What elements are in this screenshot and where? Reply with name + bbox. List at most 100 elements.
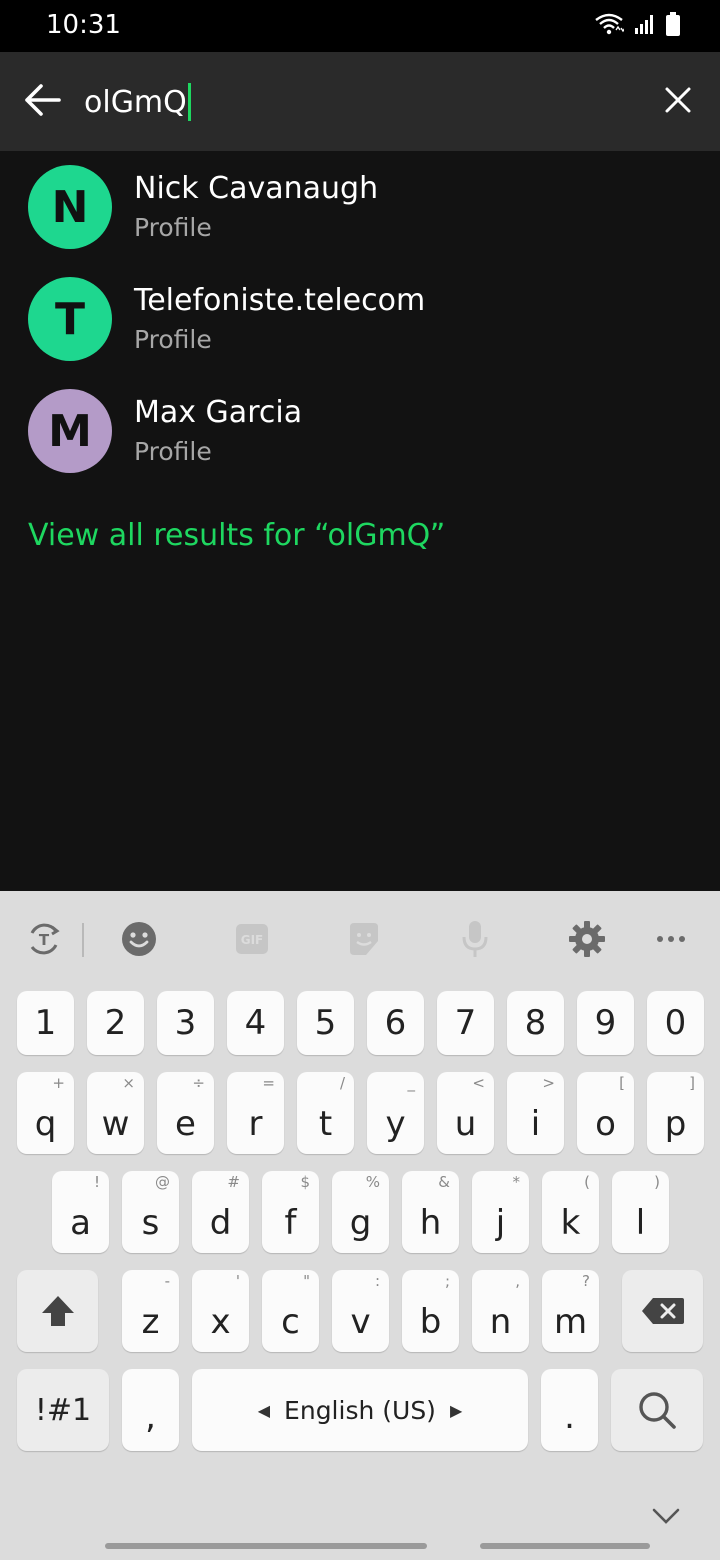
key-hint: ' xyxy=(235,1272,240,1290)
key-label: 9 xyxy=(594,1003,617,1043)
key-hint: - xyxy=(164,1272,170,1290)
result-row[interactable]: M Max Garcia Profile xyxy=(0,375,720,487)
key-5[interactable]: 5 xyxy=(297,991,354,1055)
key-p[interactable]: ] p xyxy=(647,1072,704,1154)
symbols-key[interactable]: !#1 xyxy=(17,1369,109,1451)
back-button[interactable] xyxy=(18,76,66,124)
key-label: u xyxy=(454,1104,477,1144)
key-q[interactable]: + q xyxy=(17,1072,74,1154)
key-label: q xyxy=(34,1104,57,1144)
key-2[interactable]: 2 xyxy=(87,991,144,1055)
view-all-results-link[interactable]: View all results for “olGmQ” xyxy=(28,518,445,553)
toolbar-divider xyxy=(82,923,84,957)
key-a[interactable]: ! a xyxy=(52,1171,109,1253)
keyboard: T GIF 1 2 3 4 5 6 7 8 9 0 + q × w ÷ e = r / t _ y < u > i[o] p ! a @ s… xyxy=(0,891,720,1560)
close-icon xyxy=(665,87,691,113)
key-hint: : xyxy=(374,1272,380,1290)
key-label: v xyxy=(350,1302,371,1342)
key-k[interactable]: (k xyxy=(542,1171,599,1253)
search-key[interactable] xyxy=(611,1369,703,1451)
key-label: 7 xyxy=(454,1003,477,1043)
nav-home-handle[interactable] xyxy=(257,1543,427,1549)
search-input[interactable]: olGmQ xyxy=(84,82,191,122)
key-c[interactable]: " c xyxy=(262,1270,319,1352)
keyboard-collapse-button[interactable] xyxy=(646,1501,686,1531)
svg-text:GIF: GIF xyxy=(241,933,264,947)
nav-back-handle[interactable] xyxy=(480,1543,650,1549)
status-bar: 10:31 xyxy=(0,0,720,52)
key-hint: [ xyxy=(619,1074,625,1092)
key-label: r xyxy=(248,1104,263,1144)
chevron-left-icon: ◀ xyxy=(257,1400,271,1420)
key-i[interactable]: > i xyxy=(507,1072,564,1154)
key-y[interactable]: _ y xyxy=(367,1072,424,1154)
key-f[interactable]: $ f xyxy=(262,1171,319,1253)
result-row[interactable]: T Telefoniste.telecom Profile xyxy=(0,263,720,375)
keyboard-settings-button[interactable] xyxy=(563,915,611,963)
key-s[interactable]: @ s xyxy=(122,1171,179,1253)
shift-key[interactable] xyxy=(17,1270,98,1352)
key-m[interactable]: ? m xyxy=(542,1270,599,1352)
key-label: g xyxy=(349,1203,372,1243)
key-label: m xyxy=(553,1302,588,1342)
result-type: Profile xyxy=(134,437,212,466)
key-6[interactable]: 6 xyxy=(367,991,424,1055)
key-3[interactable]: 3 xyxy=(157,991,214,1055)
result-name: Telefoniste.telecom xyxy=(134,283,426,318)
key-hint: " xyxy=(303,1272,310,1290)
key-o[interactable]: [o xyxy=(577,1072,634,1154)
key-h[interactable]: & h xyxy=(402,1171,459,1253)
key-g[interactable]: % g xyxy=(332,1171,389,1253)
key-b[interactable]: ; b xyxy=(402,1270,459,1352)
key-9[interactable]: 9 xyxy=(577,991,634,1055)
result-row[interactable]: N Nick Cavanaugh Profile xyxy=(0,151,720,263)
key-e[interactable]: ÷ e xyxy=(157,1072,214,1154)
key-hint: ; xyxy=(444,1272,450,1290)
key-n[interactable]: ,n xyxy=(472,1270,529,1352)
status-time: 10:31 xyxy=(46,10,121,40)
battery-icon xyxy=(666,11,680,41)
backspace-key[interactable] xyxy=(622,1270,703,1352)
key-t[interactable]: / t xyxy=(297,1072,354,1154)
key-l[interactable]: ) l xyxy=(612,1171,669,1253)
avatar: N xyxy=(28,165,112,249)
key-hint: ( xyxy=(584,1173,590,1191)
key-label: s xyxy=(141,1203,160,1243)
key-label: 2 xyxy=(104,1003,127,1043)
key-label: 4 xyxy=(244,1003,267,1043)
nav-recents-handle[interactable] xyxy=(105,1543,275,1549)
key-x[interactable]: ' x xyxy=(192,1270,249,1352)
key-hint: # xyxy=(227,1173,240,1191)
more-options-button[interactable] xyxy=(647,915,695,963)
key-hint: ÷ xyxy=(192,1074,205,1092)
key-label: y xyxy=(385,1104,406,1144)
key-d[interactable]: # d xyxy=(192,1171,249,1253)
key-u[interactable]: < u xyxy=(437,1072,494,1154)
key-label: i xyxy=(530,1104,541,1144)
key-r[interactable]: = r xyxy=(227,1072,284,1154)
key-label: a xyxy=(70,1203,91,1243)
comma-key[interactable]: , xyxy=(122,1369,179,1451)
period-key[interactable]: . xyxy=(541,1369,598,1451)
key-j[interactable]: * j xyxy=(472,1171,529,1253)
gif-button[interactable]: GIF xyxy=(228,915,276,963)
key-1[interactable]: 1 xyxy=(17,991,74,1055)
search-results: N Nick Cavanaugh Profile T Telefoniste.t… xyxy=(0,151,720,487)
emoji-button[interactable] xyxy=(115,915,163,963)
key-label: 3 xyxy=(174,1003,197,1043)
sticker-button[interactable] xyxy=(340,915,388,963)
key-4[interactable]: 4 xyxy=(227,991,284,1055)
translate-button[interactable]: T xyxy=(20,915,68,963)
voice-input-button[interactable] xyxy=(451,915,499,963)
key-z[interactable]: -z xyxy=(122,1270,179,1352)
key-7[interactable]: 7 xyxy=(437,991,494,1055)
back-arrow-icon xyxy=(25,84,61,116)
more-icon xyxy=(657,936,685,942)
key-v[interactable]: :v xyxy=(332,1270,389,1352)
key-label: 8 xyxy=(524,1003,547,1043)
key-w[interactable]: × w xyxy=(87,1072,144,1154)
space-key[interactable]: ◀ English (US) ▶ xyxy=(192,1369,528,1451)
key-8[interactable]: 8 xyxy=(507,991,564,1055)
key-0[interactable]: 0 xyxy=(647,991,704,1055)
clear-search-button[interactable] xyxy=(656,78,700,122)
